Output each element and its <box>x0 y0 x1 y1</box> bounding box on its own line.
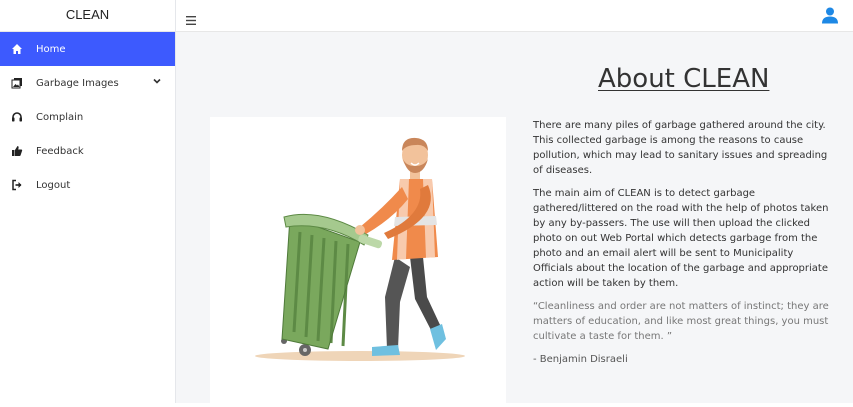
brand-logo[interactable]: CLEAN <box>0 0 175 32</box>
sidebar-item-logout[interactable]: Logout <box>0 168 175 202</box>
images-icon <box>10 76 24 90</box>
sidebar-item-garbage-images[interactable]: Garbage Images <box>0 66 175 100</box>
page-title: About CLEAN <box>598 64 770 94</box>
thumbs-up-icon <box>10 144 24 158</box>
quote-author: - Benjamin Disraeli <box>533 354 628 365</box>
chevron-down-icon[interactable] <box>153 77 161 88</box>
sidebar-item-label: Complain <box>36 111 84 123</box>
sidebar-item-label: Feedback <box>36 145 84 157</box>
garbage-man-illustration <box>210 117 506 403</box>
sidebar-item-complain[interactable]: Complain <box>0 100 175 134</box>
sidebar-item-home[interactable]: Home <box>0 32 175 66</box>
main-content: About CLEAN There are many piles of garb… <box>176 32 853 403</box>
aim-paragraph: The main aim of CLEAN is to detect garba… <box>533 188 829 289</box>
hamburger-icon[interactable] <box>186 10 196 29</box>
sidebar-item-feedback[interactable]: Feedback <box>0 134 175 168</box>
intro-paragraph: There are many piles of garbage gathered… <box>533 120 828 176</box>
home-icon <box>10 42 24 56</box>
headset-icon <box>10 110 24 124</box>
quote-text: “Cleanliness and order are not matters o… <box>533 301 829 342</box>
sidebar-item-label: Garbage Images <box>36 77 119 89</box>
logout-icon <box>10 178 24 192</box>
sidebar-item-label: Home <box>36 43 66 55</box>
sidebar-item-label: Logout <box>36 179 71 191</box>
user-icon[interactable] <box>821 6 839 28</box>
about-text: There are many piles of garbage gathered… <box>533 118 833 375</box>
sidebar: CLEAN Home Garbage Images Complain Feedb… <box>0 0 176 403</box>
topbar <box>176 0 853 32</box>
